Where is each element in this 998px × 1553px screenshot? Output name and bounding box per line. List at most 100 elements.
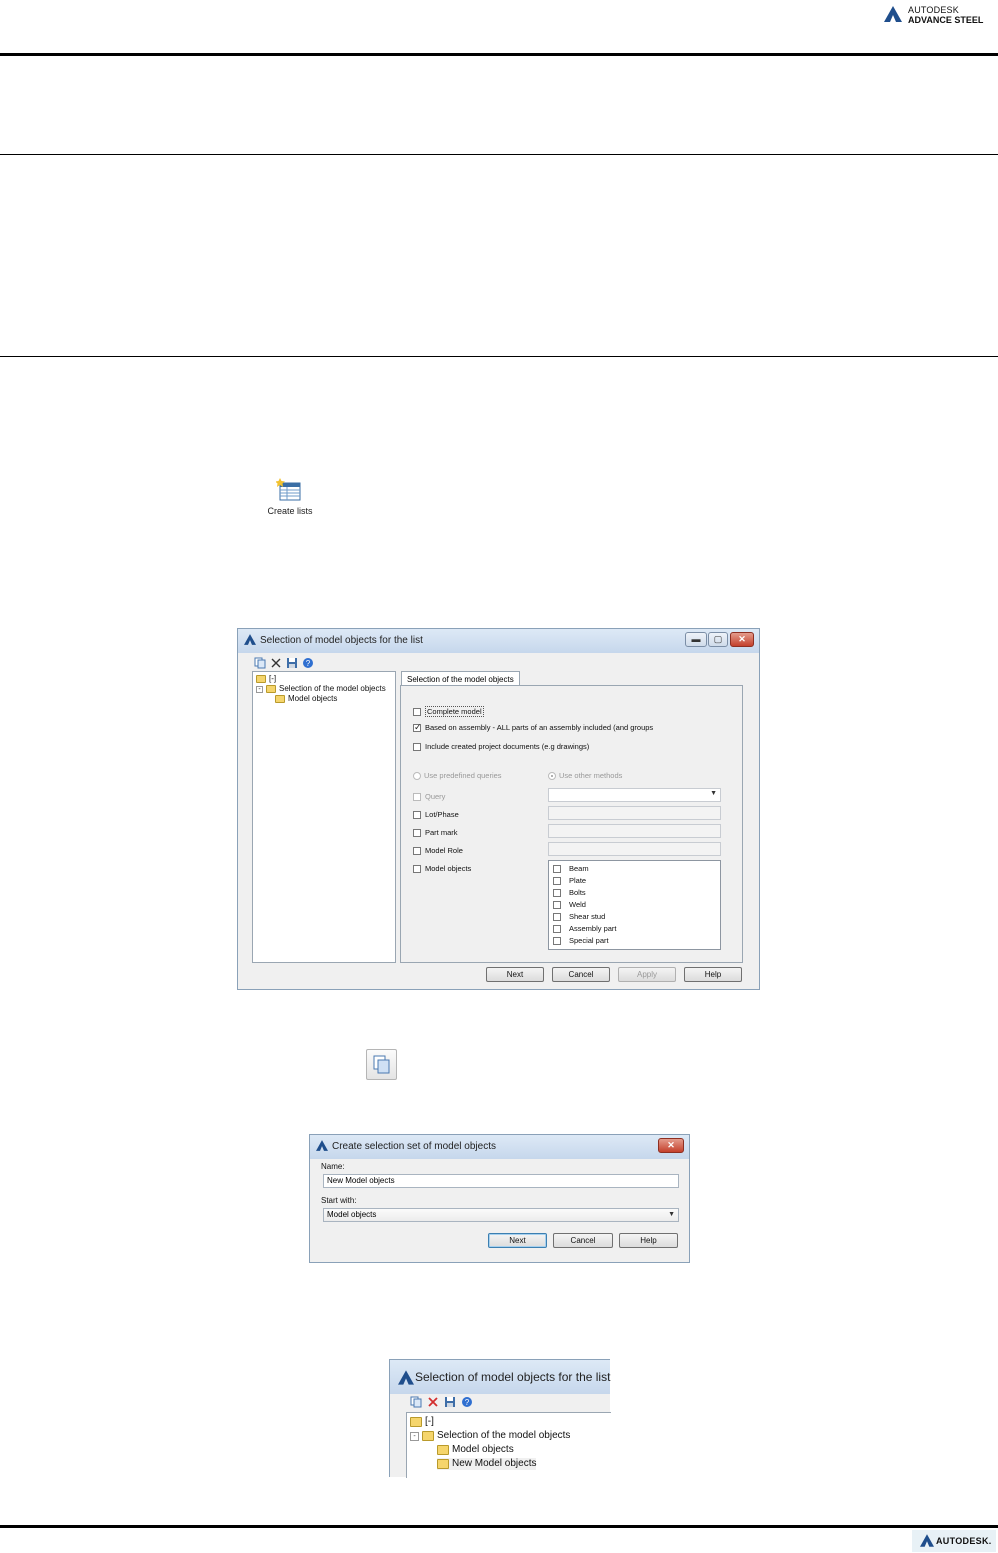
- list-item[interactable]: Assembly part: [553, 924, 617, 933]
- copy-icon[interactable]: [254, 657, 266, 669]
- start-with-label: Start with:: [321, 1196, 357, 1205]
- list-item[interactable]: Special part: [553, 936, 609, 945]
- minimize-button[interactable]: ▬: [685, 632, 707, 647]
- toolbar: ?: [254, 657, 314, 669]
- copy-icon: [373, 1055, 390, 1074]
- option-label: Complete model: [425, 706, 484, 717]
- tree-node[interactable]: - Selection of the model objects: [410, 1430, 570, 1442]
- tree-node[interactable]: - Selection of the model objects: [256, 684, 386, 694]
- dialog-title: Selection of model objects for the list: [415, 1370, 611, 1384]
- save-icon[interactable]: [286, 657, 298, 669]
- start-with-value: Model objects: [327, 1210, 377, 1219]
- based-on-assembly-checkbox[interactable]: ✓ Based on assembly - ALL parts of an ass…: [413, 721, 653, 732]
- other-methods-radio[interactable]: Use other methods: [548, 771, 622, 780]
- filter-label: Model objects: [425, 864, 472, 873]
- delete-icon[interactable]: [427, 1396, 439, 1408]
- tree-root-label: [-]: [425, 1416, 434, 1427]
- title-bar: Create selection set of model objects ✕: [310, 1135, 689, 1159]
- help-button[interactable]: Help: [619, 1233, 678, 1248]
- tree-root[interactable]: [-]: [256, 674, 276, 684]
- list-item[interactable]: Beam: [553, 864, 589, 873]
- close-button[interactable]: ✕: [658, 1138, 684, 1153]
- model-role-checkbox[interactable]: Model Role: [413, 846, 463, 855]
- maximize-button[interactable]: ▢: [708, 632, 728, 647]
- radio-button[interactable]: [548, 771, 556, 780]
- radio-button[interactable]: [413, 771, 421, 780]
- chevron-down-icon: ▼: [710, 790, 717, 797]
- include-documents-checkbox[interactable]: Include created project documents (e.g d…: [413, 742, 589, 751]
- checkbox[interactable]: [413, 810, 421, 819]
- query-checkbox[interactable]: Query: [413, 792, 445, 801]
- complete-model-checkbox[interactable]: Complete model: [413, 706, 484, 717]
- checkbox[interactable]: [553, 900, 561, 909]
- tree-child-label: Model objects: [452, 1444, 514, 1455]
- model-role-field[interactable]: [548, 842, 721, 856]
- name-label: Name:: [321, 1162, 345, 1171]
- tree-child-selected[interactable]: New Model objects: [437, 1458, 537, 1470]
- copy-button[interactable]: [366, 1049, 397, 1080]
- help-icon[interactable]: ?: [461, 1396, 473, 1408]
- checkbox[interactable]: [553, 912, 561, 921]
- save-icon[interactable]: [444, 1396, 456, 1408]
- object-type-list: Beam Plate Bolts Weld Shear stud Assembl…: [548, 860, 721, 950]
- tree-child-label: New Model objects: [452, 1458, 537, 1469]
- cancel-button[interactable]: Cancel: [553, 1233, 613, 1248]
- tree-child[interactable]: Model objects: [437, 1444, 514, 1456]
- collapse-icon[interactable]: -: [256, 685, 263, 693]
- list-item[interactable]: Weld: [553, 900, 586, 909]
- collapse-icon[interactable]: -: [410, 1431, 419, 1441]
- filter-label: Query: [425, 792, 446, 801]
- apply-button[interactable]: Apply: [618, 967, 676, 982]
- check-mark-icon: ✓: [414, 721, 422, 732]
- query-dropdown[interactable]: ▼: [548, 788, 721, 802]
- folder-icon: [266, 685, 276, 693]
- checkbox[interactable]: [413, 828, 421, 837]
- autodesk-logo-icon: [920, 1534, 934, 1547]
- cancel-button[interactable]: Cancel: [552, 967, 610, 982]
- help-icon[interactable]: ?: [302, 657, 314, 669]
- app-logo-icon: [244, 634, 256, 645]
- checkbox[interactable]: [413, 707, 421, 716]
- autodesk-logo-icon: [884, 6, 902, 22]
- list-item-label: Bolts: [569, 888, 586, 897]
- model-objects-checkbox[interactable]: Model objects: [413, 864, 471, 873]
- tree-pane: [-] - Selection of the model objects Mode…: [252, 671, 396, 963]
- checkbox[interactable]: [413, 846, 421, 855]
- part-mark-checkbox[interactable]: Part mark: [413, 828, 458, 837]
- checkbox[interactable]: [413, 742, 421, 751]
- name-input[interactable]: New Model objects: [323, 1174, 679, 1188]
- folder-icon: [437, 1445, 449, 1455]
- tree-root[interactable]: [-]: [410, 1416, 434, 1428]
- checkbox[interactable]: ✓: [413, 721, 422, 732]
- help-button[interactable]: Help: [684, 967, 742, 982]
- brand-line1: AUTODESK: [908, 5, 959, 15]
- create-lists-icon[interactable]: [276, 478, 302, 502]
- next-button[interactable]: Next: [486, 967, 544, 982]
- list-item[interactable]: Plate: [553, 876, 586, 885]
- next-button[interactable]: Next: [488, 1233, 547, 1248]
- list-item[interactable]: Bolts: [553, 888, 586, 897]
- checkbox[interactable]: [553, 876, 561, 885]
- list-item[interactable]: Shear stud: [553, 912, 605, 921]
- brand-line2: ADVANCE STEEL: [908, 15, 984, 25]
- close-button[interactable]: ✕: [730, 632, 754, 647]
- lot-phase-field[interactable]: [548, 806, 721, 820]
- predefined-queries-radio[interactable]: Use predefined queries: [413, 771, 502, 780]
- checkbox[interactable]: [553, 924, 561, 933]
- delete-icon[interactable]: [270, 657, 282, 669]
- checkbox[interactable]: [553, 888, 561, 897]
- part-mark-field[interactable]: [548, 824, 721, 838]
- tree-child[interactable]: Model objects: [275, 694, 337, 704]
- lot-phase-checkbox[interactable]: Lot/Phase: [413, 810, 459, 819]
- checkbox[interactable]: [413, 864, 421, 873]
- app-logo-icon: [316, 1140, 328, 1151]
- svg-text:?: ?: [465, 1398, 470, 1407]
- checkbox[interactable]: [413, 792, 421, 801]
- folder-icon: [410, 1417, 422, 1427]
- checkbox[interactable]: [553, 936, 561, 945]
- folder-icon: [422, 1431, 434, 1441]
- selection-dialog-cropped: Selection of model objects for the list …: [389, 1359, 611, 1478]
- start-with-dropdown[interactable]: Model objects ▼: [323, 1208, 679, 1222]
- copy-icon[interactable]: [410, 1396, 422, 1408]
- checkbox[interactable]: [553, 864, 561, 873]
